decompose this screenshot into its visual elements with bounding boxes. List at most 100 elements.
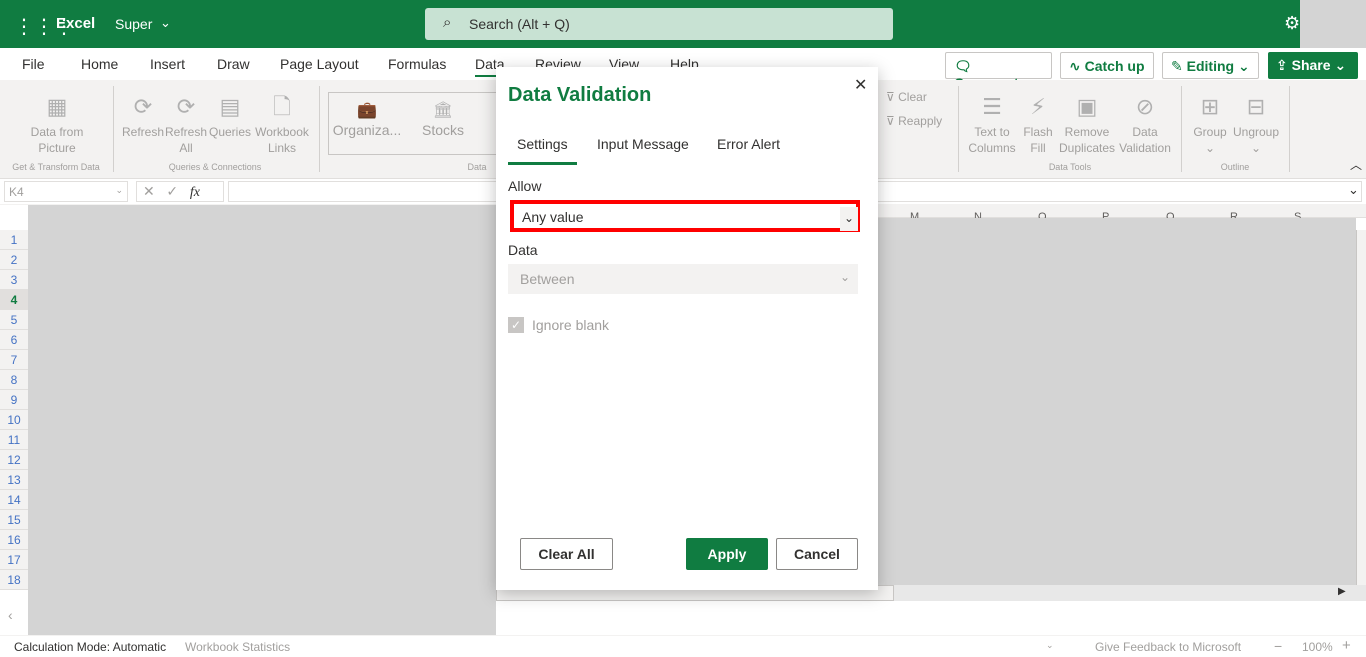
row-header[interactable]: 16 — [0, 530, 28, 550]
share-label: Share — [1291, 57, 1331, 73]
clear-all-button[interactable]: Clear All — [520, 538, 613, 570]
comments-button[interactable]: 🗨 Comments — [945, 52, 1052, 91]
tab-error-alert[interactable]: Error Alert — [717, 136, 780, 152]
check-icon[interactable]: ✓ — [166, 183, 178, 199]
row-header[interactable]: 2 — [0, 250, 28, 270]
picture-table-icon: ▦ — [46, 94, 68, 119]
redacted-region — [1300, 0, 1366, 52]
ignore-blank-checkbox[interactable]: ✓ — [508, 317, 524, 333]
tab-home[interactable]: Home — [81, 56, 118, 72]
text-to-columns-button[interactable]: ☰ Text to Columns — [966, 90, 1018, 156]
divider — [319, 86, 320, 172]
label: Reapply — [898, 114, 943, 128]
label: Group — [1193, 125, 1227, 139]
allow-value: Any value — [522, 209, 584, 225]
share-icon: ⇪ — [1276, 57, 1288, 73]
row-header[interactable]: 10 — [0, 410, 28, 430]
chevron-down-icon: ⌄ — [1334, 57, 1347, 73]
remove-duplicates-button[interactable]: ▣ Remove Duplicates — [1058, 90, 1116, 156]
vertical-scrollbar[interactable] — [1356, 230, 1366, 585]
fx-icon[interactable]: fx — [190, 185, 200, 200]
reapply-button[interactable]: ⊽ Reapply — [886, 113, 942, 129]
label: Organiza... — [332, 122, 402, 138]
filter-clear-icon: ⊽ — [886, 90, 895, 104]
row-header[interactable]: 6 — [0, 330, 28, 350]
row-header[interactable]: 14 — [0, 490, 28, 510]
divider — [1289, 86, 1290, 172]
scroll-left-icon[interactable]: ‹ — [8, 607, 13, 623]
close-icon[interactable]: ✕ — [854, 75, 867, 95]
zoom-in-icon[interactable]: + — [1342, 637, 1351, 654]
catch-up-button[interactable]: ∿ Catch up — [1060, 52, 1154, 79]
share-button[interactable]: ⇪ Share ⌄ — [1268, 52, 1358, 79]
tab-page-layout[interactable]: Page Layout — [280, 56, 359, 72]
cancel-button[interactable]: Cancel — [776, 538, 858, 570]
zoom-out-icon[interactable]: − — [1274, 638, 1282, 654]
row-header[interactable]: 7 — [0, 350, 28, 370]
group-button[interactable]: ⊞ Group ⌄ — [1190, 90, 1230, 156]
row-header[interactable]: 8 — [0, 370, 28, 390]
queries-button[interactable]: ▤ Queries — [208, 90, 252, 140]
refresh-button[interactable]: ⟳ Refresh — [121, 90, 165, 140]
scroll-right-icon[interactable]: ▶ — [1338, 586, 1346, 597]
stocks-button[interactable]: 🏛 Stocks — [415, 100, 471, 138]
workbook-links-button[interactable]: 🗋 Workbook Links — [254, 90, 310, 156]
apply-button[interactable]: Apply — [686, 538, 768, 570]
row-header[interactable]: 3 — [0, 270, 28, 290]
editing-button[interactable]: ✎ Editing ⌄ — [1162, 52, 1259, 79]
tab-draw[interactable]: Draw — [217, 56, 250, 72]
tab-file[interactable]: File — [22, 56, 45, 72]
row-header[interactable]: 5 — [0, 310, 28, 330]
label: Workbook Links — [255, 125, 309, 155]
refresh-all-button[interactable]: ⟳ Refresh All — [164, 90, 208, 156]
row-header[interactable]: 12 — [0, 450, 28, 470]
gear-icon[interactable]: ⚙ — [1284, 13, 1300, 34]
row-header[interactable]: 18 — [0, 570, 28, 590]
data-select[interactable]: Between ⌄ — [508, 264, 858, 294]
document-name[interactable]: Super — [115, 16, 152, 32]
ignore-blank-label: Ignore blank — [532, 317, 610, 333]
name-box-value: K4 — [9, 185, 24, 199]
redacted-region — [878, 218, 1356, 585]
row-header[interactable]: 11 — [0, 430, 28, 450]
label: Refresh — [121, 125, 165, 139]
pulse-icon: ∿ — [1069, 58, 1081, 74]
chevron-down-icon[interactable]: ⌄ — [160, 15, 171, 31]
feedback-link[interactable]: Give Feedback to Microsoft — [1095, 640, 1241, 654]
row-header[interactable]: 17 — [0, 550, 28, 570]
ungroup-button[interactable]: ⊟ Ungroup ⌄ — [1230, 90, 1282, 156]
search-input[interactable]: ⌕ Search (Alt + Q) — [425, 8, 893, 40]
cancel-icon[interactable]: ✕ — [143, 183, 155, 199]
group-label: Queries & Connections — [168, 162, 262, 172]
calculation-mode[interactable]: Calculation Mode: Automatic — [14, 640, 166, 654]
tab-formulas[interactable]: Formulas — [388, 56, 446, 72]
row-header[interactable]: 4 — [0, 290, 28, 310]
flash-fill-button[interactable]: ⚡ Flash Fill — [1020, 90, 1056, 156]
group-label: Data Tools — [1048, 162, 1092, 172]
scrollbar-track[interactable] — [894, 585, 1366, 601]
remove-duplicates-icon: ▣ — [1076, 94, 1098, 119]
row-header[interactable]: 15 — [0, 510, 28, 530]
row-header[interactable]: 9 — [0, 390, 28, 410]
row-header[interactable]: 1 — [0, 230, 28, 250]
organization-button[interactable]: 💼 Organiza... — [332, 100, 402, 138]
zoom-level[interactable]: 100% — [1302, 640, 1333, 654]
expand-formula-bar-icon[interactable]: ⌄ — [1348, 182, 1359, 198]
label: Queries — [208, 125, 252, 139]
flash-icon: ⚡ — [1030, 94, 1046, 119]
app-name[interactable]: Excel — [56, 15, 95, 32]
allow-select[interactable]: Any value ⌄ — [510, 200, 860, 232]
tab-settings[interactable]: Settings — [508, 136, 577, 165]
data-validation-button[interactable]: ⊘ Data Validation — [1116, 90, 1174, 156]
tab-insert[interactable]: Insert — [150, 56, 185, 72]
clear-button[interactable]: ⊽ Clear — [886, 89, 927, 105]
filter-reapply-icon: ⊽ — [886, 114, 895, 128]
comment-icon: 🗨 — [954, 58, 972, 74]
workbook-statistics[interactable]: Workbook Statistics — [185, 640, 290, 654]
name-box[interactable]: K4 ⌄ — [4, 181, 128, 202]
chevron-down-icon[interactable]: ⌄ — [1046, 640, 1054, 651]
data-from-picture-button[interactable]: ▦ Data from Picture — [22, 90, 92, 156]
collapse-ribbon-icon[interactable]: ︿ — [1350, 156, 1362, 173]
row-header[interactable]: 13 — [0, 470, 28, 490]
tab-input-message[interactable]: Input Message — [597, 136, 689, 152]
